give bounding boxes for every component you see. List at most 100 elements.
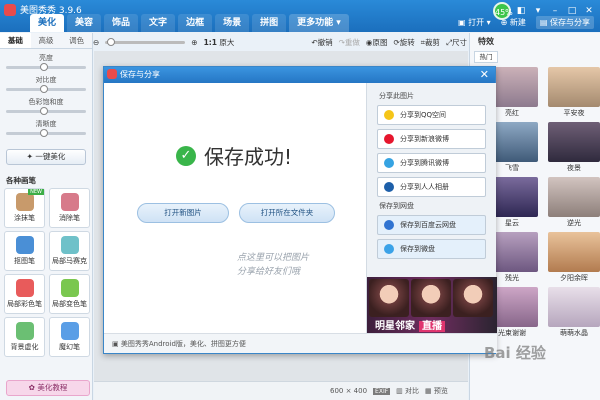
open-new-image-button[interactable]: 打开新图片 <box>137 203 229 223</box>
banner-live: 直播 <box>419 321 445 332</box>
tab-color[interactable]: 调色 <box>61 33 92 48</box>
tab-more[interactable]: 更多功能 ▾ <box>289 14 349 32</box>
pens-grid: NEW 涂抹笔 消除笔 抠图笔 局部马赛克 局部彩色笔 局部变色笔 背景虚化 魔幻… <box>0 188 92 357</box>
effect-item[interactable]: 夜景 <box>548 122 600 173</box>
size-button[interactable]: ⤢尺寸 <box>446 37 467 48</box>
original-button[interactable]: ◉原图 <box>366 37 388 48</box>
tab-border[interactable]: 边框 <box>178 14 213 32</box>
crop-button[interactable]: ⌗裁剪 <box>421 37 440 48</box>
skin-icon[interactable]: ◧ <box>514 6 528 16</box>
adjust-sliders: 亮度 对比度 色彩饱和度 清晰度 <box>0 49 92 145</box>
dialog-footer[interactable]: ▣ 美图秀秀Android版，美化、拼图更方便 <box>104 333 497 353</box>
close-icon[interactable]: ✕ <box>480 67 489 83</box>
open-label: 打开 ▾ <box>468 18 491 27</box>
actual-size-button[interactable]: 1:1 原大 <box>204 37 235 48</box>
effect-item[interactable]: 平安夜 <box>548 67 600 118</box>
actual-size-label: 原大 <box>219 37 235 47</box>
share-renren-button[interactable]: 分享到人人相册 <box>377 177 486 197</box>
tab-text[interactable]: 文字 <box>141 14 176 32</box>
zoom-slider[interactable] <box>105 37 186 46</box>
magic-pen-button[interactable]: 魔幻笔 <box>49 317 90 357</box>
save-share-label: 保存与分享 <box>550 18 590 27</box>
maximize-icon[interactable]: □ <box>565 6 579 16</box>
eraser-pen-button[interactable]: 消除笔 <box>49 188 90 228</box>
background-blur-button[interactable]: 背景虚化 <box>4 317 45 357</box>
contrast-slider[interactable] <box>6 85 86 93</box>
tab-scene[interactable]: 场景 <box>215 14 250 32</box>
tab-beauty[interactable]: 美容 <box>67 14 102 32</box>
eraser-pen-icon <box>60 193 79 211</box>
mosaic-pen-button[interactable]: 局部马赛克 <box>49 231 90 271</box>
pen-label: 抠图笔 <box>14 257 35 265</box>
zoom-in-icon[interactable]: ⊕ <box>191 38 197 47</box>
redo-label: 重做 <box>344 37 360 47</box>
rotate-button[interactable]: ⟳旋转 <box>393 37 414 48</box>
zoom-slider-knob[interactable] <box>107 37 116 46</box>
share-hint-line1: 点这里可以把图片 <box>237 253 310 263</box>
saturation-row: 色彩饱和度 <box>6 97 86 115</box>
new-button[interactable]: ⊕ 新建 <box>501 17 526 28</box>
smudge-pen-icon <box>15 193 34 211</box>
pen-label: 消除笔 <box>59 214 80 222</box>
minimize-icon[interactable]: – <box>548 6 562 16</box>
sharpness-slider[interactable] <box>6 129 86 137</box>
tab-collage[interactable]: 拼图 <box>252 14 287 32</box>
cloud-section-label: 保存到网盘 <box>379 202 414 210</box>
color-pen-button[interactable]: 局部彩色笔 <box>4 274 45 314</box>
tab-hot[interactable]: 热门 <box>474 51 498 63</box>
exif-button[interactable]: EXIF <box>373 387 391 395</box>
saturation-slider[interactable] <box>6 107 86 115</box>
status-bar: 600 × 400 EXIF ▥ 对比 ▦ 预览 <box>94 381 468 400</box>
saturation-label: 色彩饱和度 <box>28 98 64 106</box>
zoom-out-icon[interactable]: ⊖ <box>93 38 99 47</box>
share-tencent-weibo-button[interactable]: 分享到腾讯微博 <box>377 153 486 173</box>
save-weipan-button[interactable]: 保存到微盘 <box>377 239 486 259</box>
effect-item[interactable]: 夕阳余晖 <box>548 232 600 283</box>
pen-label: 局部变色笔 <box>52 300 87 308</box>
effect-item[interactable]: 萌萌水晶 <box>548 287 600 338</box>
left-panel: 基础 高级 调色 亮度 对比度 色彩饱和度 清晰度 ✦ 一键美化 各种画笔 NE… <box>0 33 93 400</box>
redo-button[interactable]: ↷重做 <box>339 37 360 48</box>
share-qzone-button[interactable]: 分享到QQ空间 <box>377 105 486 125</box>
undo-button[interactable]: ↶撤销 <box>311 37 332 48</box>
menu-icon[interactable]: ▾ <box>531 6 545 16</box>
effect-thumbnail <box>548 122 600 162</box>
tutorial-button[interactable]: ✿ 美化教程 <box>6 380 90 396</box>
recolor-pen-button[interactable]: 局部变色笔 <box>49 274 90 314</box>
preview-button[interactable]: ▦ 预览 <box>425 386 448 396</box>
watermark: Bai 经验 <box>484 344 546 362</box>
tutorial-label: 美化教程 <box>37 383 68 392</box>
effect-label: 萌萌水晶 <box>560 329 588 337</box>
effect-item[interactable]: 逆光 <box>548 177 600 228</box>
open-folder-button[interactable]: 打开所在文件夹 <box>239 203 335 223</box>
cutout-pen-button[interactable]: 抠图笔 <box>4 231 45 271</box>
open-button[interactable]: ▣ 打开 ▾ <box>458 17 491 28</box>
baidu-cloud-icon <box>384 220 394 230</box>
one-key-beautify-button[interactable]: ✦ 一键美化 <box>6 149 86 165</box>
rotate-label: 旋转 <box>399 37 415 47</box>
contrast-knob[interactable] <box>40 85 48 93</box>
effect-label: 平安夜 <box>563 109 585 117</box>
save-baidu-cloud-button[interactable]: 保存到百度云网盘 <box>377 215 486 235</box>
saturation-knob[interactable] <box>40 107 48 115</box>
compare-button[interactable]: ▥ 对比 <box>396 386 419 396</box>
one-key-label: 一键美化 <box>35 152 66 161</box>
size-label: 尺寸 <box>452 37 467 47</box>
effect-label: 光束谢谢 <box>498 329 526 337</box>
tab-beautify[interactable]: 美化 <box>30 14 65 32</box>
sharpness-knob[interactable] <box>40 129 48 137</box>
new-label: 新建 <box>509 18 526 27</box>
smudge-pen-button[interactable]: NEW 涂抹笔 <box>4 188 45 228</box>
save-share-button[interactable]: ▤ 保存与分享 <box>535 16 594 29</box>
brightness-row: 亮度 <box>6 53 86 71</box>
share-qzone-label: 分享到QQ空间 <box>400 111 447 119</box>
tab-advanced[interactable]: 高级 <box>31 33 62 48</box>
ad-banner[interactable]: 明星邻家 直播 <box>367 277 497 335</box>
share-weibo-button[interactable]: 分享到新浪微博 <box>377 129 486 149</box>
close-icon[interactable]: ✕ <box>582 6 596 16</box>
brightness-knob[interactable] <box>40 63 48 71</box>
brightness-slider[interactable] <box>6 63 86 71</box>
save-success-message: ✓ 保存成功! <box>176 141 292 170</box>
tab-basic[interactable]: 基础 <box>0 33 31 48</box>
tab-accessories[interactable]: 饰品 <box>104 14 139 32</box>
